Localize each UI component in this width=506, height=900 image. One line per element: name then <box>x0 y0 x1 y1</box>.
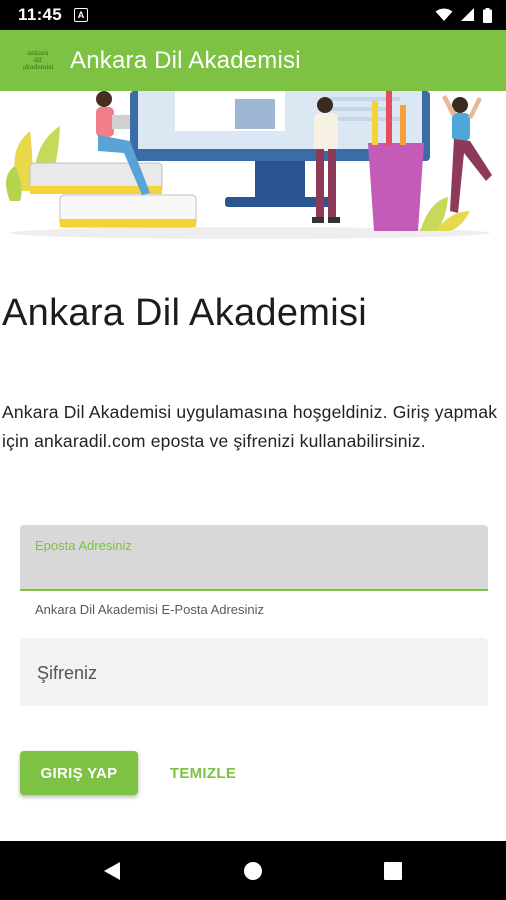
back-icon[interactable] <box>100 859 124 883</box>
app-bar: ankara dil akademisi Ankara Dil Akademis… <box>0 30 506 91</box>
app-title: Ankara Dil Akademisi <box>70 46 301 74</box>
password-input[interactable] <box>35 660 469 686</box>
signal-icon <box>461 8 474 21</box>
email-label: Eposta Adresiniz <box>35 538 132 553</box>
page-title: Ankara Dil Akademisi <box>2 292 368 334</box>
login-button[interactable]: GIRIŞ YAP <box>20 751 138 795</box>
navigation-bar <box>0 841 506 900</box>
password-field[interactable] <box>20 638 488 706</box>
email-helper-text: Ankara Dil Akademisi E-Posta Adresiniz <box>35 602 265 617</box>
battery-icon <box>483 7 492 23</box>
banner-illustration <box>6 91 492 239</box>
status-bar: 11:45 A <box>0 0 506 30</box>
email-input[interactable] <box>35 557 469 583</box>
logo-line-2: dil <box>34 57 42 64</box>
clear-button[interactable]: TEMIZLE <box>158 751 248 795</box>
status-time: 11:45 <box>18 5 63 24</box>
email-field[interactable]: Eposta Adresiniz <box>20 525 488 591</box>
wifi-icon <box>435 8 453 21</box>
recents-icon[interactable] <box>381 859 405 883</box>
home-icon[interactable] <box>241 859 265 883</box>
logo-line-1: ankara <box>27 50 49 57</box>
status-icons <box>435 7 492 23</box>
notification-badge-icon: A <box>74 8 89 22</box>
logo-line-3: akademisi <box>22 64 54 71</box>
welcome-text: Ankara Dil Akademisi uygulamasına hoşgel… <box>2 402 498 451</box>
app-logo: ankara dil akademisi <box>18 43 58 79</box>
